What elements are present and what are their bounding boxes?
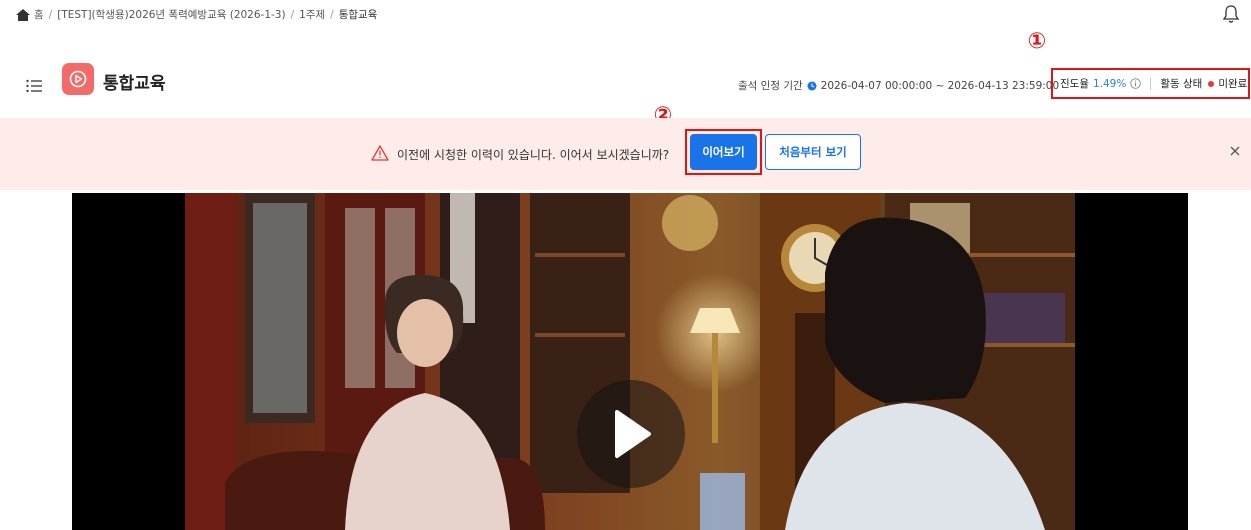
breadcrumb-week[interactable]: 1주제 (299, 7, 325, 22)
breadcrumb-separator: / (330, 8, 334, 21)
breadcrumb: 홈 / [TEST](학생용)2026년 폭력예방교육 (2026-1-3) /… (16, 7, 377, 22)
menu-icon[interactable] (26, 79, 42, 93)
breadcrumb-current: 통합교육 (338, 9, 378, 21)
bell-icon[interactable] (1222, 4, 1240, 24)
attendance-label: 출석 인정 기간 (738, 80, 803, 92)
activity-status: 미완료 (1218, 78, 1248, 90)
breadcrumb-separator: / (290, 8, 295, 21)
close-icon[interactable] (1229, 145, 1241, 157)
breadcrumb-separator: / (48, 8, 53, 21)
progress-label: 진도율 (1060, 78, 1089, 90)
status-dot (1208, 80, 1215, 87)
play-button[interactable] (577, 380, 685, 488)
banner-message: 이전에 시청한 이력이 있습니다. 이어서 보시겠습니까? (397, 148, 670, 162)
divider (1150, 77, 1152, 90)
breadcrumb-bar: 홈 / [TEST](학생용)2026년 폭력예방교육 (2026-1-3) /… (0, 0, 1251, 38)
attendance-dates: 2026-04-07 00:00:00 ~ 2026-04-13 23:59:0… (820, 79, 1060, 92)
progress-value: 1.49% (1092, 77, 1127, 90)
video-player[interactable] (72, 193, 1188, 530)
play-icon (615, 410, 651, 458)
annotation-marker-1: ① (1027, 29, 1047, 54)
breadcrumb-course[interactable]: [TEST](학생용)2026년 폭력예방교육 (2026-1-3) (57, 7, 285, 22)
resume-banner: 이전에 시청한 이력이 있습니다. 이어서 보시겠습니까? 이어보기 처음부터 … (0, 118, 1251, 190)
play-logo-icon (62, 63, 94, 95)
attendance-period: 출석 인정 기간 2026-04-07 00:00:00 ~ 2026-04-1… (738, 78, 1059, 93)
activity-label: 활동 상태 (1160, 78, 1203, 90)
warning-icon (371, 145, 389, 161)
breadcrumb-home[interactable]: 홈 (34, 7, 44, 22)
page-title: 통합교육 (103, 74, 166, 94)
resume-button[interactable]: 이어보기 (690, 134, 757, 170)
restart-button[interactable]: 처음부터 보기 (765, 134, 861, 170)
clock-icon (807, 81, 817, 90)
progress-status-box: 진도율 1.49% 활동 상태 미완료 (1051, 68, 1250, 99)
info-icon[interactable] (1130, 78, 1142, 89)
content-header: 통합교육 출석 인정 기간 2026-04-07 00:00:00 ~ 2026… (0, 30, 1251, 115)
home-icon[interactable] (16, 8, 30, 21)
